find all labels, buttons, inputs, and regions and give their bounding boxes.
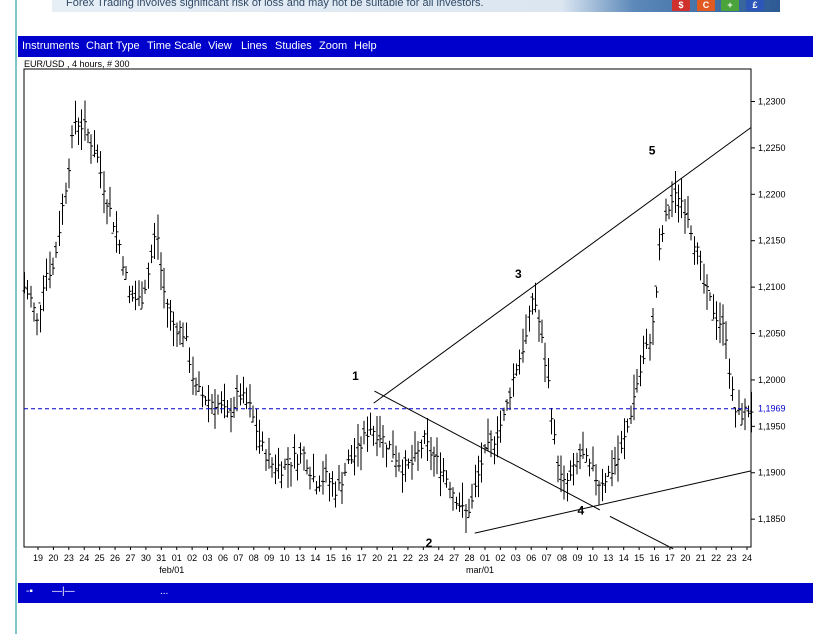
x-tick-label: 17 (357, 553, 367, 563)
wave-label: 5 (649, 143, 656, 157)
x-tick-label: 31 (156, 553, 166, 563)
wave-label: 4 (578, 504, 585, 518)
x-tick-label: 21 (387, 553, 397, 563)
y-tick-label: 1,2150 (758, 236, 786, 246)
x-tick-label: 25 (95, 553, 105, 563)
x-tick-label: 26 (110, 553, 120, 563)
x-tick-label: 07 (233, 553, 243, 563)
x-tick-label: 14 (619, 553, 629, 563)
y-tick-label: 1,2200 (758, 189, 786, 199)
x-tick-label: 23 (727, 553, 737, 563)
menu-help[interactable]: Help (354, 40, 377, 52)
wave-label: 2 (426, 536, 433, 550)
x-tick-label: 28 (465, 553, 475, 563)
x-tick-label: 19 (33, 553, 43, 563)
window-left-edge (0, 0, 17, 634)
ad-banner[interactable]: Forex Trading involves significant risk … (52, 0, 780, 12)
x-tick-label: 03 (203, 553, 213, 563)
x-tick-label: 24 (79, 553, 89, 563)
y-tick-label: 1,1900 (758, 468, 786, 478)
menu-zoom[interactable]: Zoom (319, 40, 347, 52)
x-tick-label: 01 (480, 553, 490, 563)
x-tick-label: 22 (403, 553, 413, 563)
x-tick-label: 20 (372, 553, 382, 563)
x-tick-label: 20 (680, 553, 690, 563)
menu-time-scale[interactable]: Time Scale (147, 40, 202, 52)
y-tick-label: 1,2300 (758, 96, 786, 106)
x-tick-label: 23 (418, 553, 428, 563)
x-tick-label: 01 (172, 553, 182, 563)
y-tick-label: 1,1950 (758, 421, 786, 431)
x-tick-label: 13 (603, 553, 613, 563)
x-month-label: mar/01 (466, 565, 494, 575)
x-tick-label: 13 (295, 553, 305, 563)
x-tick-label: 16 (650, 553, 660, 563)
status-tool-measure[interactable]: —|— (52, 586, 75, 597)
x-tick-label: 30 (141, 553, 151, 563)
x-tick-label: 24 (742, 553, 752, 563)
pound-icon[interactable]: £ (746, 0, 764, 11)
x-tick-label: 22 (711, 553, 721, 563)
x-tick-label: 17 (665, 553, 675, 563)
x-tick-label: 15 (326, 553, 336, 563)
x-tick-label: 06 (218, 553, 228, 563)
menu-instruments[interactable]: Instruments (22, 40, 79, 52)
ad-banner-text: Forex Trading involves significant risk … (66, 0, 484, 9)
x-tick-label: 07 (542, 553, 552, 563)
y-tick-label: 1,2050 (758, 329, 786, 339)
menu-bar: Instruments Chart Type Time Scale View L… (18, 36, 813, 57)
x-month-label: feb/01 (159, 565, 184, 575)
menu-chart-type[interactable]: Chart Type (86, 40, 140, 52)
menu-studies[interactable]: Studies (275, 40, 312, 52)
menu-lines[interactable]: Lines (241, 40, 267, 52)
y-tick-label: 1,2250 (758, 143, 786, 153)
plus-icon[interactable]: + (721, 0, 739, 11)
x-tick-label: 23 (64, 553, 74, 563)
x-tick-label: 15 (634, 553, 644, 563)
price-chart[interactable]: 1,1850 1,1900 1,1950 1,2000 1,2050 1,2100 1,21… (18, 57, 813, 583)
wave-label: 1 (352, 369, 359, 383)
current-price-label: 1,1969 (758, 404, 786, 414)
plot-frame (23, 68, 752, 548)
x-tick-label: 27 (125, 553, 135, 563)
x-tick-label: 06 (526, 553, 536, 563)
x-tick-label: 27 (449, 553, 459, 563)
currency-c-icon[interactable]: C (697, 0, 715, 11)
x-tick-label: 02 (187, 553, 197, 563)
x-tick-label: 03 (511, 553, 521, 563)
y-tick-label: 1,2000 (758, 375, 786, 385)
x-tick-label: 08 (249, 553, 259, 563)
x-tick-label: 09 (572, 553, 582, 563)
x-tick-label: 20 (48, 553, 58, 563)
menu-view[interactable]: View (208, 40, 232, 52)
status-bar: -▪ —|— ... (18, 583, 813, 603)
wave-label: 3 (515, 267, 522, 281)
y-tick-label: 1,1850 (758, 514, 786, 524)
status-ellipsis: ... (160, 586, 169, 597)
x-tick-label: 08 (557, 553, 567, 563)
x-tick-label: 16 (341, 553, 351, 563)
dollar-icon[interactable]: $ (672, 0, 690, 11)
x-tick-label: 09 (264, 553, 274, 563)
x-tick-label: 02 (495, 553, 505, 563)
x-tick-label: 21 (696, 553, 706, 563)
y-tick-label: 1,2100 (758, 282, 786, 292)
chart-title: EUR/USD , 4 hours, # 300 (24, 59, 130, 69)
x-tick-label: 14 (310, 553, 320, 563)
x-tick-label: 10 (280, 553, 290, 563)
status-tool-crosshair[interactable]: -▪ (26, 586, 33, 597)
x-tick-label: 24 (434, 553, 444, 563)
x-tick-label: 10 (588, 553, 598, 563)
